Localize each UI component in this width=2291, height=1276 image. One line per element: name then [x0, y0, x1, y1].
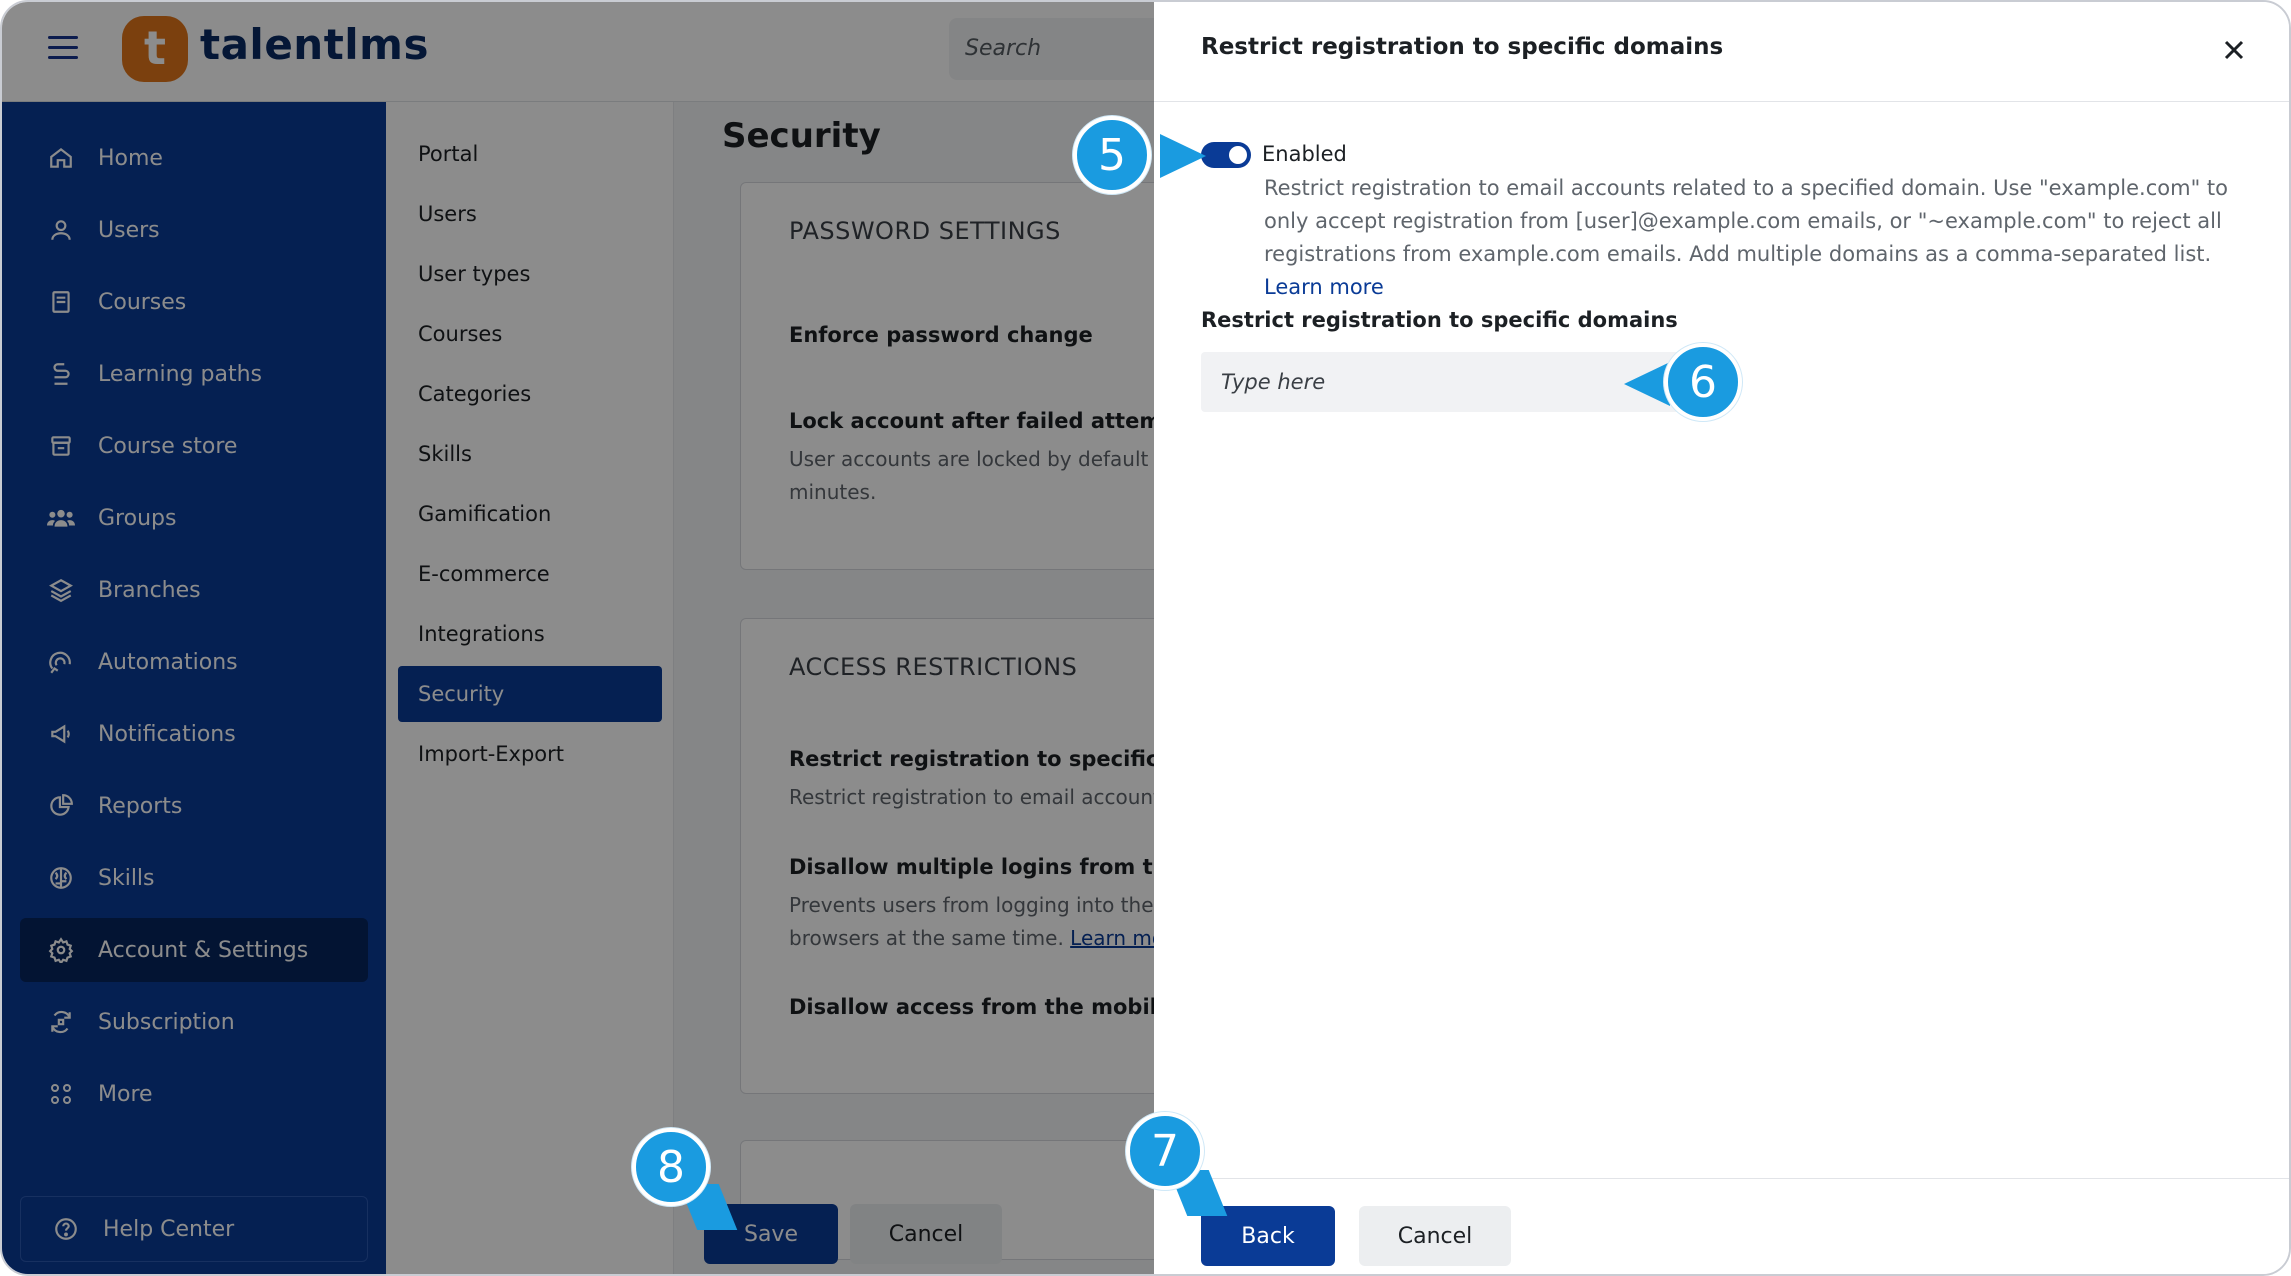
callout-5: 5	[1073, 116, 1151, 194]
toggle-knob	[1229, 146, 1247, 164]
setting-description: Restrict registration to email accounts …	[1264, 172, 2274, 304]
modal-overlay	[2, 2, 1154, 1274]
drawer-cancel-button[interactable]: Cancel	[1359, 1206, 1511, 1266]
app-window: t talentlms Search Home Users Courses Le…	[0, 0, 2291, 1276]
restrict-domains-drawer: Restrict registration to specific domain…	[1154, 2, 2289, 1274]
close-icon[interactable]	[2214, 30, 2254, 70]
drawer-header: Restrict registration to specific domain…	[1154, 2, 2289, 102]
callout-6: 6	[1664, 343, 1742, 421]
toggle-label: Enabled	[1262, 142, 1347, 166]
enabled-toggle[interactable]	[1201, 142, 1251, 168]
description-text: Restrict registration to email accounts …	[1264, 176, 2229, 266]
callout-7: 7	[1126, 1112, 1204, 1190]
domains-field-label: Restrict registration to specific domain…	[1201, 308, 1678, 332]
callout-pointer	[1160, 134, 1206, 178]
learn-more-link[interactable]: Learn more	[1264, 275, 1384, 299]
drawer-title: Restrict registration to specific domain…	[1201, 34, 1724, 60]
drawer-footer: Back Cancel	[1154, 1178, 2289, 1274]
callout-8: 8	[632, 1128, 710, 1206]
